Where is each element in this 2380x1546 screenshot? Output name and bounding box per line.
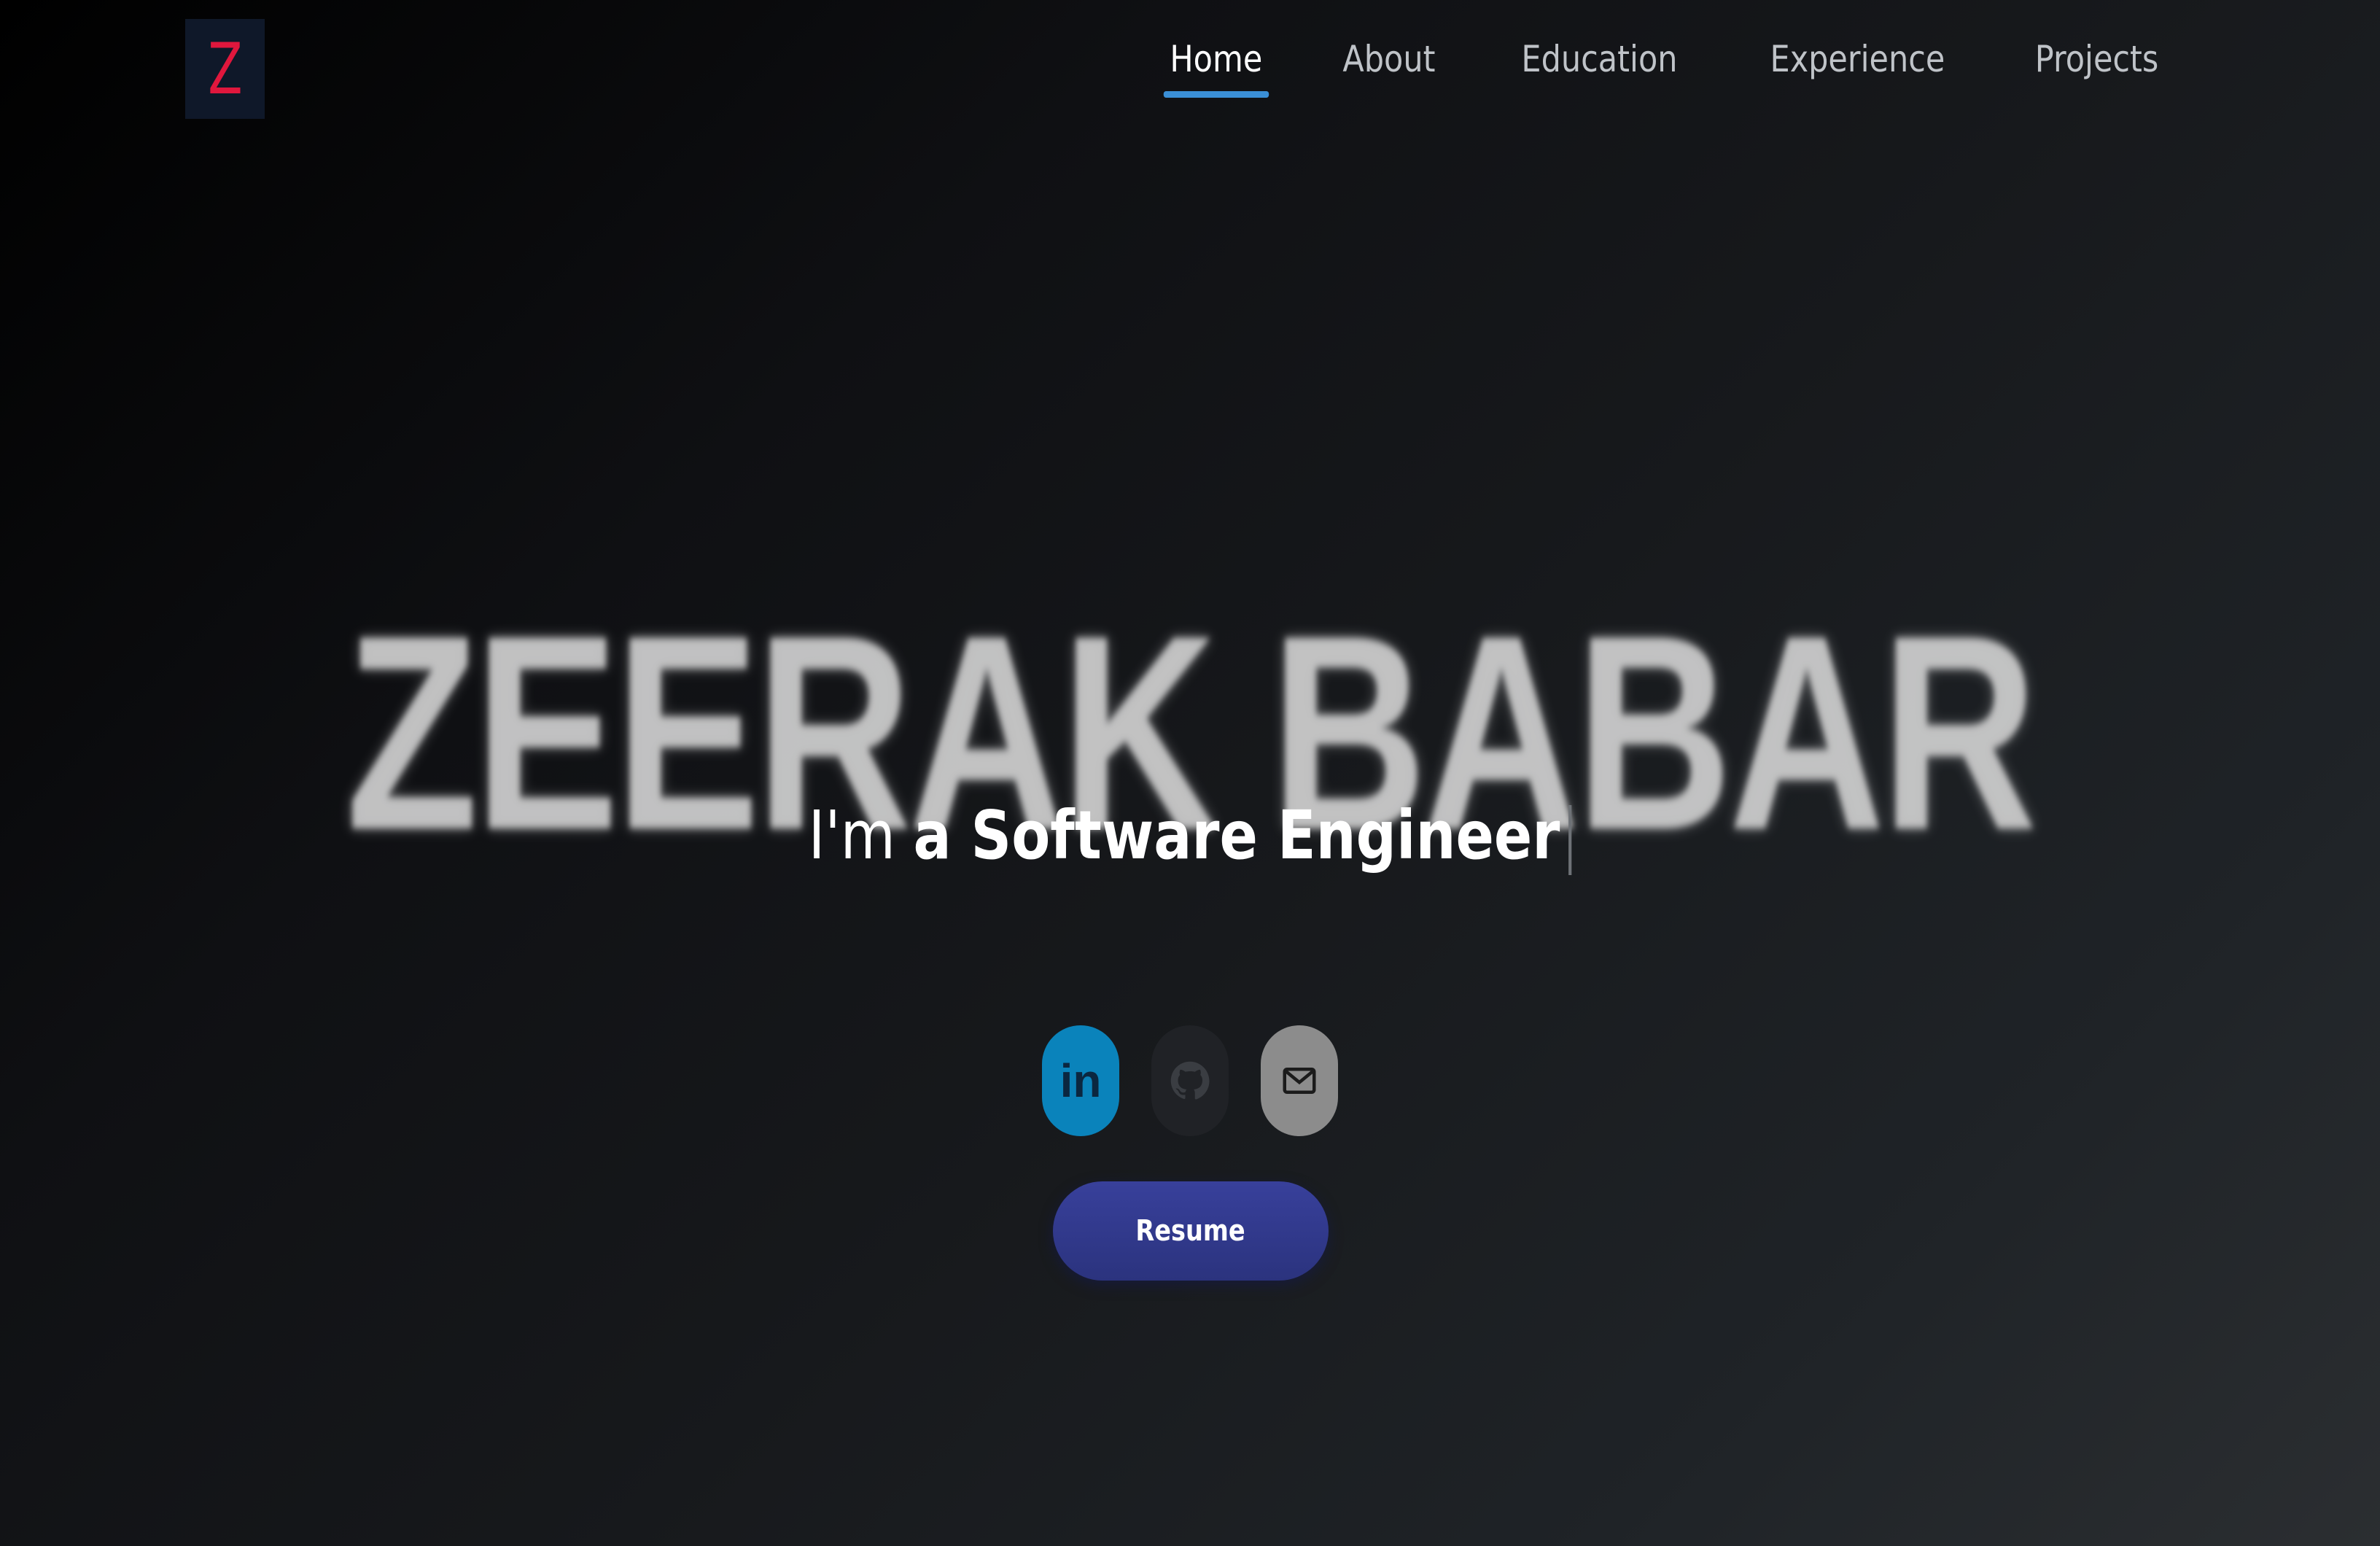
- nav-education[interactable]: Education: [1515, 29, 1684, 98]
- email-button[interactable]: [1261, 1025, 1338, 1136]
- logo-letter: Z: [207, 28, 243, 110]
- resume-label: Resume: [1135, 1214, 1246, 1248]
- resume-button[interactable]: Resume: [1053, 1181, 1329, 1281]
- github-icon: [1170, 1061, 1210, 1100]
- nav-home[interactable]: Home: [1163, 29, 1269, 98]
- linkedin-icon: in: [1059, 1054, 1102, 1107]
- nav-about[interactable]: About: [1337, 29, 1442, 98]
- linkedin-button[interactable]: in: [1042, 1025, 1119, 1136]
- tagline-prefix: I'm: [808, 796, 914, 874]
- social-links: in: [0, 1025, 2380, 1136]
- github-button[interactable]: [1151, 1025, 1229, 1136]
- typing-cursor: [1568, 804, 1572, 875]
- tagline-role: a Software Engineer: [913, 796, 1560, 874]
- hero-tagline: I'm a Software Engineer: [190, 796, 2190, 875]
- nav-experience[interactable]: Experience: [1764, 29, 1951, 98]
- site-logo[interactable]: Z: [185, 19, 265, 119]
- nav-projects[interactable]: Projects: [2029, 29, 2165, 98]
- main-nav: Home About Education Experience Projects: [1104, 29, 2176, 98]
- email-icon: [1283, 1068, 1316, 1094]
